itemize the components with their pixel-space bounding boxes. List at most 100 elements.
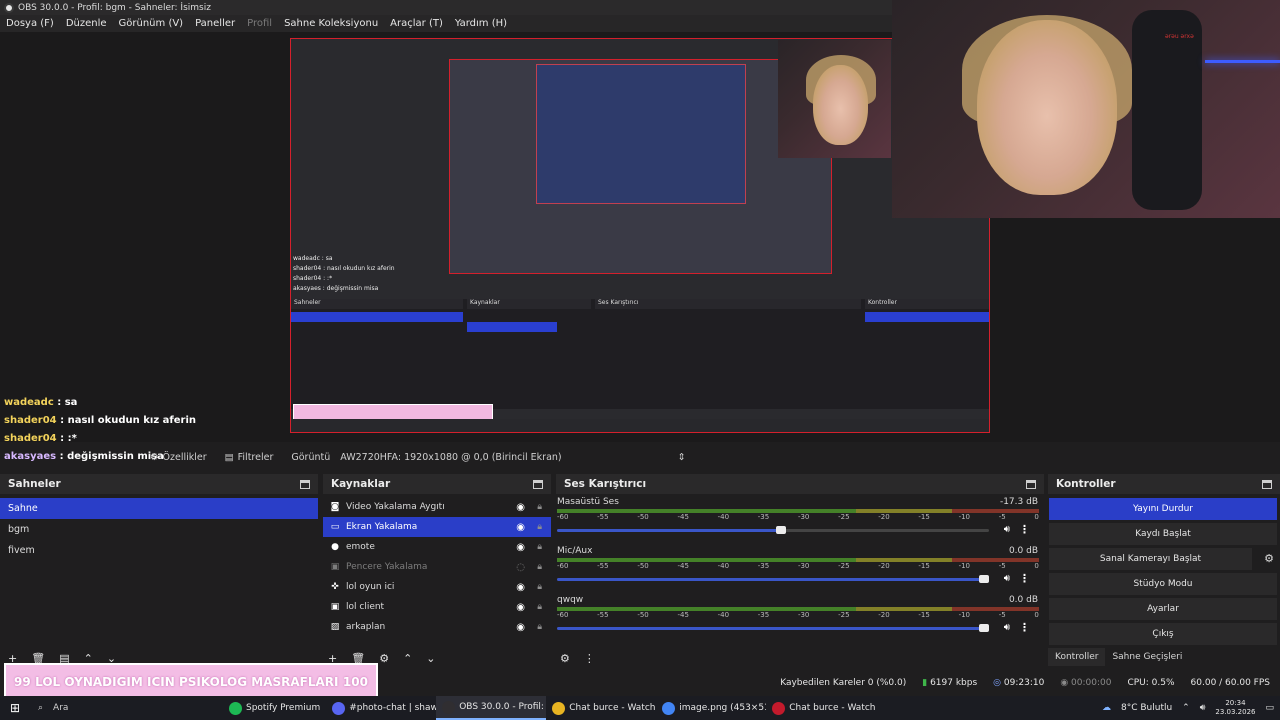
taskbar-search[interactable]: ⌕ Ara [30, 703, 170, 713]
more-icon[interactable]: ⋮ [1019, 621, 1030, 634]
tab-scene-transitions[interactable]: Sahne Geçişleri [1105, 648, 1189, 666]
virtual-camera-button[interactable]: Sanal Kamerayı Başlat [1049, 548, 1252, 570]
volume-slider[interactable] [557, 575, 989, 583]
eye-icon[interactable]: ◉ [516, 542, 525, 553]
scale-tick: -45 [677, 513, 689, 521]
lock-icon[interactable]: 🔒︎ [537, 522, 542, 532]
menu-profile[interactable]: Profil [241, 18, 278, 29]
scale-tick: -10 [958, 513, 970, 521]
gear-icon[interactable]: ⚙ [379, 652, 389, 665]
menu-file[interactable]: Dosya (F) [0, 18, 60, 29]
volume-icon[interactable]: 🔊︎ [1200, 703, 1206, 713]
speaker-icon[interactable]: 🔊︎ [1004, 524, 1010, 535]
goal-target: 100 [342, 675, 368, 689]
scale-tick: -10 [958, 611, 970, 619]
source-item[interactable]: ▨ arkaplan ◉ 🔒︎ [323, 617, 551, 637]
slider-knob[interactable] [979, 575, 989, 583]
tray-chevron-icon[interactable]: ⌃ [1182, 703, 1190, 713]
weather[interactable]: 8°C Bulutlu [1121, 703, 1172, 713]
source-item[interactable]: ✜ lol oyun ici ◉ 🔒︎ [323, 577, 551, 597]
scenes-title: Sahneler [8, 478, 61, 490]
taskbar-app[interactable]: Chat burce - Watch... [546, 696, 656, 720]
eye-icon[interactable]: ◉ [516, 502, 525, 513]
obs-logo-icon [4, 2, 14, 13]
notification-icon[interactable]: ▭ [1265, 703, 1274, 713]
source-item[interactable]: ▣ lol client ◉ 🔒︎ [323, 597, 551, 617]
app-icon [332, 701, 346, 715]
scale-tick: -30 [797, 562, 810, 570]
lock-icon[interactable]: 🔒︎ [537, 562, 542, 572]
menu-view[interactable]: Görünüm (V) [113, 18, 190, 29]
eye-icon[interactable]: ◉ [516, 602, 525, 613]
scene-item[interactable]: Sahne [0, 498, 318, 519]
monitor-icon: ▭ [330, 522, 340, 532]
lock-icon[interactable]: 🔒︎ [537, 502, 542, 512]
speaker-icon[interactable]: 🔊︎ [1004, 622, 1010, 633]
channel-db: -17.3 dB [999, 497, 1038, 507]
mini-panels-capture: Sahneler Kaynaklar Ses Karıştırıcı Kontr… [291, 299, 989, 409]
taskbar-app[interactable]: OBS 30.0.0 - Profil: ... [436, 696, 547, 720]
window-icon: ▣ [330, 602, 340, 612]
stop-stream-button[interactable]: Yayını Durdur [1049, 498, 1277, 520]
eye-icon[interactable]: ◉ [516, 582, 525, 593]
eye-icon[interactable]: ◉ [516, 622, 525, 633]
undock-icon[interactable] [300, 479, 310, 489]
undock-icon[interactable] [1026, 479, 1036, 489]
source-item[interactable]: ● emote ◉ 🔒︎ [323, 537, 551, 557]
slider-knob[interactable] [979, 624, 989, 632]
scene-item[interactable]: fivem [0, 540, 318, 561]
goal-text: LOL OYNADIGIM ICIN PSIKOLOG MASRAFLARI [35, 675, 339, 689]
tab-controls[interactable]: Kontroller [1048, 648, 1106, 666]
more-icon[interactable]: ⋮ [1019, 572, 1030, 585]
source-toolbar: ⚙ Özellikler ▤ Filtreler Görüntü AW2720H… [0, 447, 1280, 467]
slider-knob[interactable] [776, 526, 787, 534]
scale-tick: -40 [717, 513, 730, 521]
source-item[interactable]: ▣ Pencere Yakalama ◌ 🔒︎ [323, 557, 551, 577]
menu-docks[interactable]: Paneller [189, 18, 241, 29]
lock-icon[interactable]: 🔒︎ [537, 602, 542, 612]
scale-tick: -50 [637, 562, 649, 570]
taskbar-app[interactable]: Chat burce - Watch... [766, 696, 876, 720]
move-down-icon[interactable]: ⌄ [426, 652, 435, 665]
filters-label: Filtreler [237, 451, 274, 463]
undock-icon[interactable] [533, 479, 543, 489]
properties-button[interactable]: ⚙ Özellikler [150, 452, 207, 463]
chat-text: nasıl okudun kız aferin [67, 415, 196, 426]
undock-icon[interactable] [1262, 479, 1272, 489]
gear-icon[interactable]: ⚙ [1264, 552, 1274, 565]
more-icon[interactable]: ⋮ [1019, 523, 1030, 536]
source-item[interactable]: ◙ Video Yakalama Aygıtı ◉ 🔒︎ [323, 497, 551, 517]
windows-taskbar: ⊞ ⌕ Ara Spotify Premium #photo-chat | sha… [0, 696, 1280, 720]
exit-button[interactable]: Çıkış [1049, 623, 1277, 645]
scale-tick: -20 [878, 562, 890, 570]
gaming-chair [1132, 10, 1202, 210]
filters-button[interactable]: ▤ Filtreler [225, 452, 274, 463]
studio-mode-button[interactable]: Stüdyo Modu [1049, 573, 1277, 595]
more-icon[interactable]: ⋮ [584, 652, 595, 665]
scene-item[interactable]: bgm [0, 519, 318, 540]
taskbar-app[interactable]: Spotify Premium [223, 696, 326, 720]
menu-tools[interactable]: Araçlar (T) [384, 18, 449, 29]
clock[interactable]: 20:34 23.03.2026 [1215, 699, 1255, 717]
pinned-app-icon[interactable] [210, 702, 223, 715]
menu-help[interactable]: Yardım (H) [449, 18, 513, 29]
menu-edit[interactable]: Düzenle [60, 18, 113, 29]
menu-scene-collection[interactable]: Sahne Koleksiyonu [278, 18, 384, 29]
source-item[interactable]: ▭ Ekran Yakalama ◉ 🔒︎ [323, 517, 551, 537]
lock-icon[interactable]: 🔒︎ [537, 622, 542, 632]
advanced-audio-icon[interactable]: ⚙ [560, 652, 570, 665]
eye-hidden-icon[interactable]: ◌ [516, 562, 525, 573]
start-record-button[interactable]: Kaydı Başlat [1049, 523, 1277, 545]
display-select[interactable]: AW2720HFA: 1920x1080 @ 0,0 (Birincil Ekr… [340, 452, 685, 463]
settings-button[interactable]: Ayarlar [1049, 598, 1277, 620]
move-up-icon[interactable]: ⌃ [403, 652, 412, 665]
windows-start-icon[interactable]: ⊞ [0, 701, 30, 715]
eye-icon[interactable]: ◉ [516, 522, 525, 533]
lock-icon[interactable]: 🔒︎ [537, 582, 542, 592]
taskbar-app[interactable]: image.png (453×51... [656, 696, 766, 720]
volume-slider[interactable] [557, 624, 989, 632]
lock-icon[interactable]: 🔒︎ [537, 542, 542, 552]
speaker-icon[interactable]: 🔊︎ [1004, 573, 1010, 584]
taskbar-app[interactable]: #photo-chat | shaw... [326, 696, 436, 720]
volume-slider[interactable] [557, 526, 989, 534]
